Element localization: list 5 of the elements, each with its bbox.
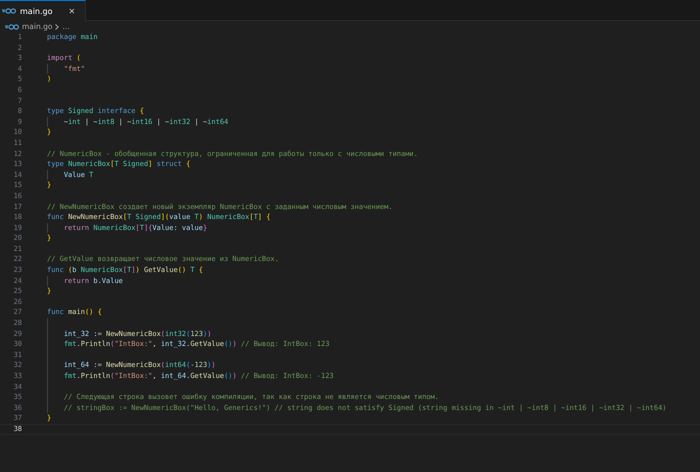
chevron-icon bbox=[55, 24, 60, 30]
close-button[interactable]: ✕ bbox=[66, 6, 78, 16]
file-type-icon bbox=[2, 8, 16, 14]
file-tab[interactable]: main.go ✕ bbox=[0, 0, 86, 21]
file-type-icon bbox=[5, 24, 19, 30]
